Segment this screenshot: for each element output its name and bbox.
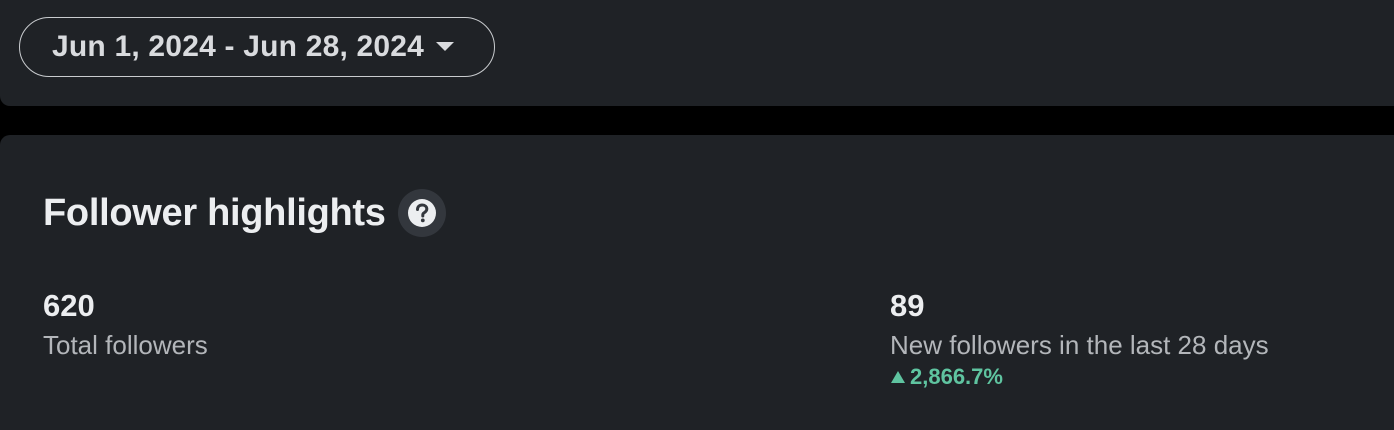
total-followers-label: Total followers bbox=[43, 330, 208, 360]
date-range-card: Jun 1, 2024 - Jun 28, 2024 bbox=[0, 0, 1394, 106]
follower-highlights-card: Follower highlights 620 Total followers … bbox=[0, 135, 1394, 430]
up-arrow-icon bbox=[891, 371, 905, 383]
change-percentage: 2,866.7% bbox=[910, 364, 1003, 389]
new-followers-label: New followers in the last 28 days bbox=[890, 330, 1269, 360]
chevron-down-icon bbox=[436, 42, 455, 51]
date-range-label: Jun 1, 2024 - Jun 28, 2024 bbox=[52, 30, 425, 63]
date-range-dropdown[interactable]: Jun 1, 2024 - Jun 28, 2024 bbox=[19, 17, 496, 77]
question-icon bbox=[407, 199, 436, 227]
total-followers-metric: 620 Total followers bbox=[43, 288, 208, 362]
new-followers-metric: 89 New followers in the last 28 days 2,8… bbox=[890, 288, 1269, 390]
new-followers-change: 2,866.7% bbox=[890, 364, 1269, 390]
card-title: Follower highlights bbox=[43, 191, 386, 234]
help-button[interactable] bbox=[397, 189, 446, 237]
new-followers-value: 89 bbox=[890, 288, 925, 323]
card-header: Follower highlights bbox=[43, 189, 446, 237]
total-followers-value: 620 bbox=[43, 288, 95, 323]
